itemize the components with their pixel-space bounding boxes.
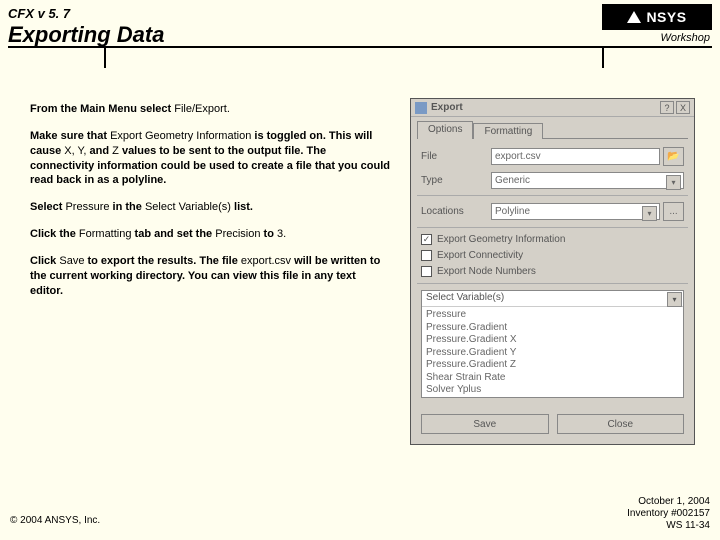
dialog-title-text: Export: [431, 102, 658, 113]
tab-formatting[interactable]: Formatting: [473, 123, 543, 139]
type-dropdown[interactable]: Generic: [491, 172, 684, 189]
list-item[interactable]: Pressure: [426, 309, 679, 322]
page-title: Exporting Data: [8, 22, 164, 48]
footer-inventory: Inventory #002157: [627, 508, 710, 520]
dialog-icon: [415, 102, 427, 114]
file-label: File: [421, 151, 491, 162]
check-geometry[interactable]: ✓ Export Geometry Information: [421, 234, 684, 245]
instruction-2: Make sure that Export Geometry Informati…: [30, 129, 390, 188]
ansys-logo: NSYS: [602, 4, 712, 30]
type-label: Type: [421, 175, 491, 186]
list-item[interactable]: Pressure.Gradient X: [426, 334, 679, 347]
copyright: © 2004 ANSYS, Inc.: [10, 515, 100, 526]
instruction-5: Click Save to export the results. The fi…: [30, 254, 390, 299]
list-item[interactable]: Pressure.Gradient: [426, 322, 679, 335]
footer-date: October 1, 2004: [627, 496, 710, 508]
logo-text: NSYS: [646, 9, 686, 25]
version-label: CFX v 5. 7: [8, 6, 70, 21]
checkbox-icon: [421, 266, 432, 277]
checkbox-icon: [421, 250, 432, 261]
dialog-titlebar: Export ? X: [411, 99, 694, 117]
list-item[interactable]: Shear Strain Rate: [426, 372, 679, 385]
locations-dropdown[interactable]: Polyline: [491, 203, 660, 220]
separator-2: [417, 227, 688, 228]
browse-icon[interactable]: 📂: [663, 147, 684, 166]
instruction-4: Click the Formatting tab and set the Pre…: [30, 227, 390, 242]
vline-left: [104, 46, 106, 68]
instruction-1: From the Main Menu select File/Export.: [30, 102, 390, 117]
list-item[interactable]: Solver Yplus: [426, 384, 679, 397]
select-variables-header[interactable]: Select Variable(s): [422, 291, 683, 307]
locations-more-button[interactable]: ...: [663, 202, 684, 221]
close-button[interactable]: Close: [557, 414, 685, 434]
list-item[interactable]: Pressure.Gradient Y: [426, 347, 679, 360]
check-geom-label: Export Geometry Information: [437, 234, 565, 245]
close-x-button[interactable]: X: [676, 101, 690, 114]
form-area: File export.csv 📂 Type Generic Locations…: [411, 139, 694, 406]
footer-ws: WS 11-34: [627, 520, 710, 532]
check-conn-label: Export Connectivity: [437, 250, 523, 261]
check-connectivity[interactable]: Export Connectivity: [421, 250, 684, 261]
check-node-numbers[interactable]: Export Node Numbers: [421, 266, 684, 277]
save-button[interactable]: Save: [421, 414, 549, 434]
list-item[interactable]: Pressure.Gradient Z: [426, 359, 679, 372]
triangle-icon: [627, 11, 641, 23]
dialog-buttons: Save Close: [411, 406, 694, 444]
tabstrip: Options Formatting: [411, 117, 694, 139]
check-node-label: Export Node Numbers: [437, 266, 536, 277]
file-field[interactable]: export.csv: [491, 148, 660, 165]
help-button[interactable]: ?: [660, 101, 674, 114]
select-variables-list[interactable]: Pressure Pressure.Gradient Pressure.Grad…: [422, 307, 683, 398]
separator-1: [417, 195, 688, 196]
instructions: From the Main Menu select File/Export. M…: [30, 102, 390, 310]
select-variables-box: Select Variable(s) Pressure Pressure.Gra…: [421, 290, 684, 398]
locations-label: Locations: [421, 206, 491, 217]
instruction-3: Select Pressure in the Select Variable(s…: [30, 200, 390, 215]
export-dialog: Export ? X Options Formatting File expor…: [410, 98, 695, 445]
vline-right: [602, 46, 604, 68]
separator-3: [417, 283, 688, 284]
checkbox-icon: ✓: [421, 234, 432, 245]
header-rule: [8, 46, 712, 48]
tab-options[interactable]: Options: [417, 121, 473, 139]
footer-info: October 1, 2004 Inventory #002157 WS 11-…: [627, 496, 710, 532]
workshop-label: Workshop: [660, 32, 710, 44]
